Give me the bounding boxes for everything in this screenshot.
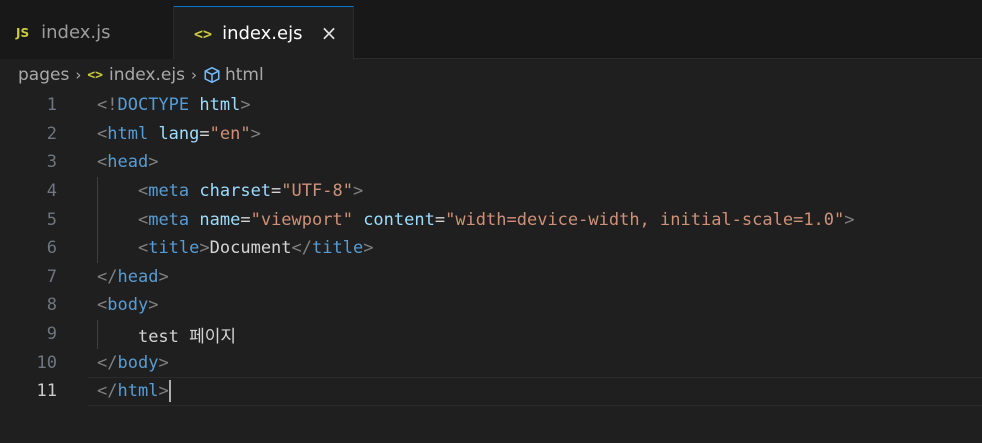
tab-bar: JS index.js <> index.ejs ×	[0, 0, 982, 60]
breadcrumb-item-file[interactable]: <> index.ejs	[87, 65, 185, 85]
line-number: 3	[46, 152, 57, 173]
line-number: 6	[46, 238, 57, 259]
js-file-icon: JS	[16, 25, 30, 40]
current-line-highlight	[88, 377, 982, 406]
code-editor[interactable]: 1 <!DOCTYPE html> 2 <html lang="en"> 3 <…	[0, 91, 982, 443]
chevron-right-icon: ›	[75, 66, 82, 84]
tab-label: index.js	[41, 22, 111, 43]
code-line[interactable]: 7 </head>	[0, 263, 982, 292]
code-text: </head>	[97, 266, 169, 287]
code-line[interactable]: 8 <body>	[0, 291, 982, 320]
line-number: 10	[36, 352, 57, 373]
tab-label: index.ejs	[222, 23, 303, 44]
code-text: </body>	[97, 352, 169, 373]
line-number: 1	[46, 95, 57, 116]
code-text: <meta name="viewport" content="width=dev…	[137, 209, 855, 230]
breadcrumb-item-symbol[interactable]: html	[203, 65, 264, 85]
line-number: 7	[46, 266, 57, 287]
code-text: test 페이지	[137, 326, 237, 347]
code-line-active[interactable]: 11 </html>	[0, 377, 982, 406]
line-number: 8	[46, 295, 57, 316]
breadcrumb-item-pages[interactable]: pages	[18, 65, 69, 85]
line-number: 9	[46, 324, 57, 345]
code-file-icon: <>	[87, 67, 103, 83]
breadcrumb: pages › <> index.ejs › html	[0, 59, 982, 91]
code-text: <head>	[97, 152, 159, 173]
text-cursor	[168, 380, 171, 403]
code-line[interactable]: 10 </body>	[0, 348, 982, 377]
code-line[interactable]: 2 <html lang="en">	[0, 120, 982, 149]
code-line[interactable]: 4 <meta charset="UTF-8">	[0, 177, 982, 206]
line-number: 11	[36, 381, 57, 402]
line-number: 5	[46, 209, 57, 230]
code-text: <html lang="en">	[97, 123, 261, 144]
tab-index-ejs[interactable]: <> index.ejs ×	[174, 6, 354, 60]
code-text: <meta charset="UTF-8">	[137, 181, 364, 202]
cube-icon	[203, 66, 221, 84]
code-text: </html>	[97, 380, 171, 403]
line-number: 4	[46, 181, 57, 202]
chevron-right-icon: ›	[190, 66, 197, 84]
line-number: 2	[46, 123, 57, 144]
close-icon[interactable]: ×	[317, 21, 341, 45]
code-file-icon: <>	[194, 24, 213, 43]
code-text: <!DOCTYPE html>	[97, 95, 251, 116]
code-line[interactable]: 5 <meta name="viewport" content="width=d…	[0, 205, 982, 234]
code-line[interactable]: 1 <!DOCTYPE html>	[0, 91, 982, 120]
code-text: <title>Document</title>	[137, 238, 374, 259]
code-text: <body>	[97, 295, 159, 316]
tab-index-js[interactable]: JS index.js	[0, 6, 174, 59]
code-line[interactable]: 6 <title>Document</title>	[0, 234, 982, 263]
code-line[interactable]: 3 <head>	[0, 148, 982, 177]
code-line[interactable]: 9 test 페이지	[0, 320, 982, 349]
